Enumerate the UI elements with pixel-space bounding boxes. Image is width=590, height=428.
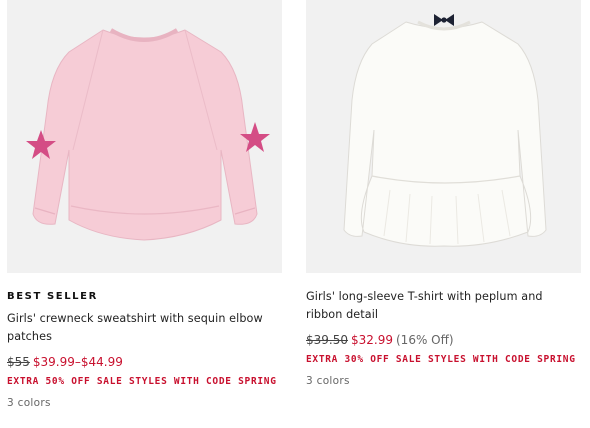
pink-sweatshirt-illustration	[26, 28, 270, 241]
original-price: $39.50	[306, 333, 348, 347]
price-row: $39.50 $32.99 (16% Off)	[306, 331, 581, 349]
promo-text: EXTRA 30% OFF SALE STYLES WITH CODE SPRI…	[306, 354, 576, 365]
price-row: $55 $39.99–$44.99	[7, 353, 282, 371]
discount-percent: (16% Off)	[396, 333, 454, 347]
best-seller-badge: BEST SELLER	[7, 291, 98, 302]
original-price: $55	[7, 355, 30, 369]
promo-text: EXTRA 50% OFF SALE STYLES WITH CODE SPRI…	[7, 376, 277, 387]
product-name-link[interactable]: Girls' long-sleeve T-shirt with peplum a…	[306, 288, 581, 323]
product-image-pink-sweatshirt[interactable]	[7, 0, 282, 273]
color-count[interactable]: 3 colors	[306, 373, 581, 389]
white-peplum-tee-illustration	[343, 14, 547, 247]
product-name-link[interactable]: Girls' crewneck sweatshirt with sequin e…	[7, 310, 282, 345]
color-count[interactable]: 3 colors	[7, 395, 282, 411]
sale-price: $32.99	[351, 333, 393, 347]
product-card[interactable]: BEST SELLER Girls' crewneck sweatshirt w…	[7, 0, 282, 411]
sale-price: $39.99–$44.99	[32, 355, 123, 369]
product-image-white-peplum-tee[interactable]	[306, 0, 581, 273]
product-card[interactable]: Girls' long-sleeve T-shirt with peplum a…	[306, 0, 581, 389]
